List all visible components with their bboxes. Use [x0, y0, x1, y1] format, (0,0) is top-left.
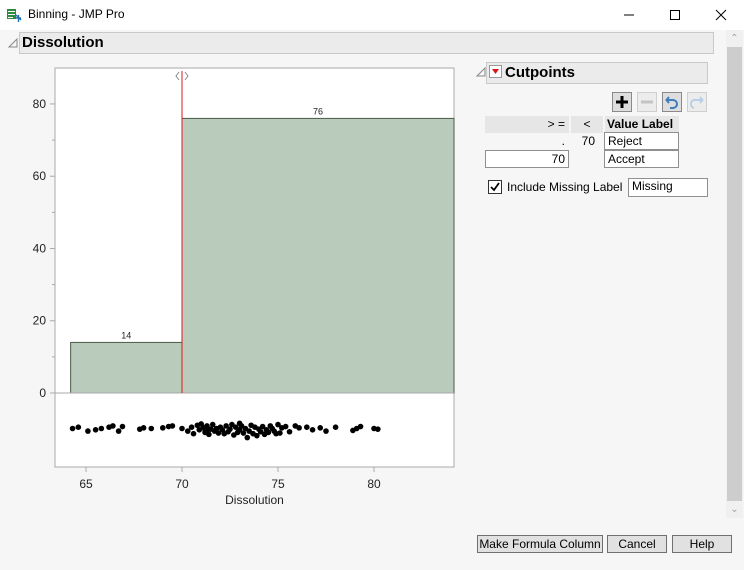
data-point [188, 424, 195, 431]
y-tick-label: 40 [33, 241, 47, 255]
data-point [69, 425, 76, 432]
maximize-icon [670, 10, 680, 20]
column-header-lt: < [571, 116, 603, 133]
missing-label-input[interactable]: Missing [628, 178, 708, 197]
x-tick-label: 65 [79, 477, 93, 491]
cutpoints-disclosure-icon[interactable] [476, 67, 486, 77]
row2-value-label-input[interactable]: Accept [604, 150, 679, 168]
histogram-chart: 14 76 0 20 40 60 80 65 70 75 80 Dissolution [33, 67, 455, 507]
data-point [317, 425, 324, 431]
scroll-down-icon[interactable]: ⌄ [726, 501, 743, 518]
y-tick-label: 20 [33, 314, 47, 328]
histogram-bar [70, 341, 183, 394]
row1-lt-value: 70 [581, 134, 595, 148]
maximize-button[interactable] [652, 0, 698, 30]
help-button[interactable]: Help [672, 535, 732, 553]
add-cutpoint-button[interactable] [612, 92, 632, 112]
scroll-up-icon[interactable]: ⌃ [726, 30, 743, 47]
red-triangle-menu-icon[interactable] [489, 65, 502, 78]
minimize-button[interactable] [606, 0, 652, 30]
data-point [296, 425, 302, 431]
data-point [375, 426, 381, 432]
row1-ge-value: . [561, 134, 565, 148]
row2-cutpoint-input[interactable]: 70 [485, 150, 569, 168]
data-point [286, 428, 293, 435]
bar-count-label: 14 [121, 330, 131, 340]
bar-count-label: 76 [313, 106, 323, 116]
scroll-thumb[interactable] [727, 47, 742, 501]
data-point [110, 423, 116, 429]
x-tick-label: 80 [367, 477, 381, 491]
data-point [244, 434, 251, 441]
plus-icon [616, 96, 628, 108]
data-point [206, 431, 212, 438]
data-point [309, 427, 316, 433]
undo-button[interactable] [662, 92, 682, 112]
column-header-value-label: Value Label [605, 116, 679, 133]
make-formula-column-button[interactable]: Make Formula Column [477, 535, 603, 553]
data-point [140, 425, 147, 431]
data-point [148, 425, 155, 432]
histogram-bar [181, 117, 455, 394]
vertical-scrollbar[interactable]: ⌃ ⌄ [726, 30, 743, 518]
data-point [323, 428, 329, 434]
data-point [92, 427, 99, 433]
x-tick-label: 75 [271, 477, 285, 491]
data-point [119, 423, 126, 430]
data-point [332, 424, 339, 431]
row1-value-label-input[interactable]: Reject [604, 132, 679, 150]
data-point [304, 424, 310, 431]
cutpoints-header[interactable]: Cutpoints [486, 62, 708, 84]
x-tick-label: 70 [175, 477, 189, 491]
close-button[interactable] [698, 0, 744, 30]
redo-button[interactable] [687, 92, 707, 112]
minimize-icon [624, 14, 634, 16]
remove-cutpoint-button[interactable] [637, 92, 657, 112]
cancel-button[interactable]: Cancel [607, 535, 667, 553]
column-header-ge: > = [485, 116, 569, 133]
data-point [115, 428, 122, 434]
data-point [98, 425, 105, 432]
x-axis-label: Dissolution [225, 493, 284, 507]
data-point [179, 425, 185, 432]
data-point [277, 430, 283, 436]
data-point [160, 425, 166, 431]
data-point [169, 423, 176, 429]
data-point [357, 423, 364, 430]
include-missing-label: Include Missing Label [507, 180, 623, 194]
y-tick-label: 80 [33, 97, 47, 111]
data-point [190, 430, 197, 437]
y-tick-label: 60 [33, 169, 47, 183]
data-point [85, 428, 91, 434]
close-icon [715, 9, 727, 21]
data-point [75, 424, 82, 431]
data-point [282, 423, 289, 430]
y-tick-label: 0 [39, 386, 46, 400]
undo-icon [665, 96, 678, 109]
redo-icon [690, 96, 704, 109]
include-missing-checkbox[interactable] [488, 180, 502, 194]
cutpoints-title: Cutpoints [505, 64, 575, 81]
minus-icon [641, 100, 653, 104]
checkmark-icon [490, 182, 500, 192]
